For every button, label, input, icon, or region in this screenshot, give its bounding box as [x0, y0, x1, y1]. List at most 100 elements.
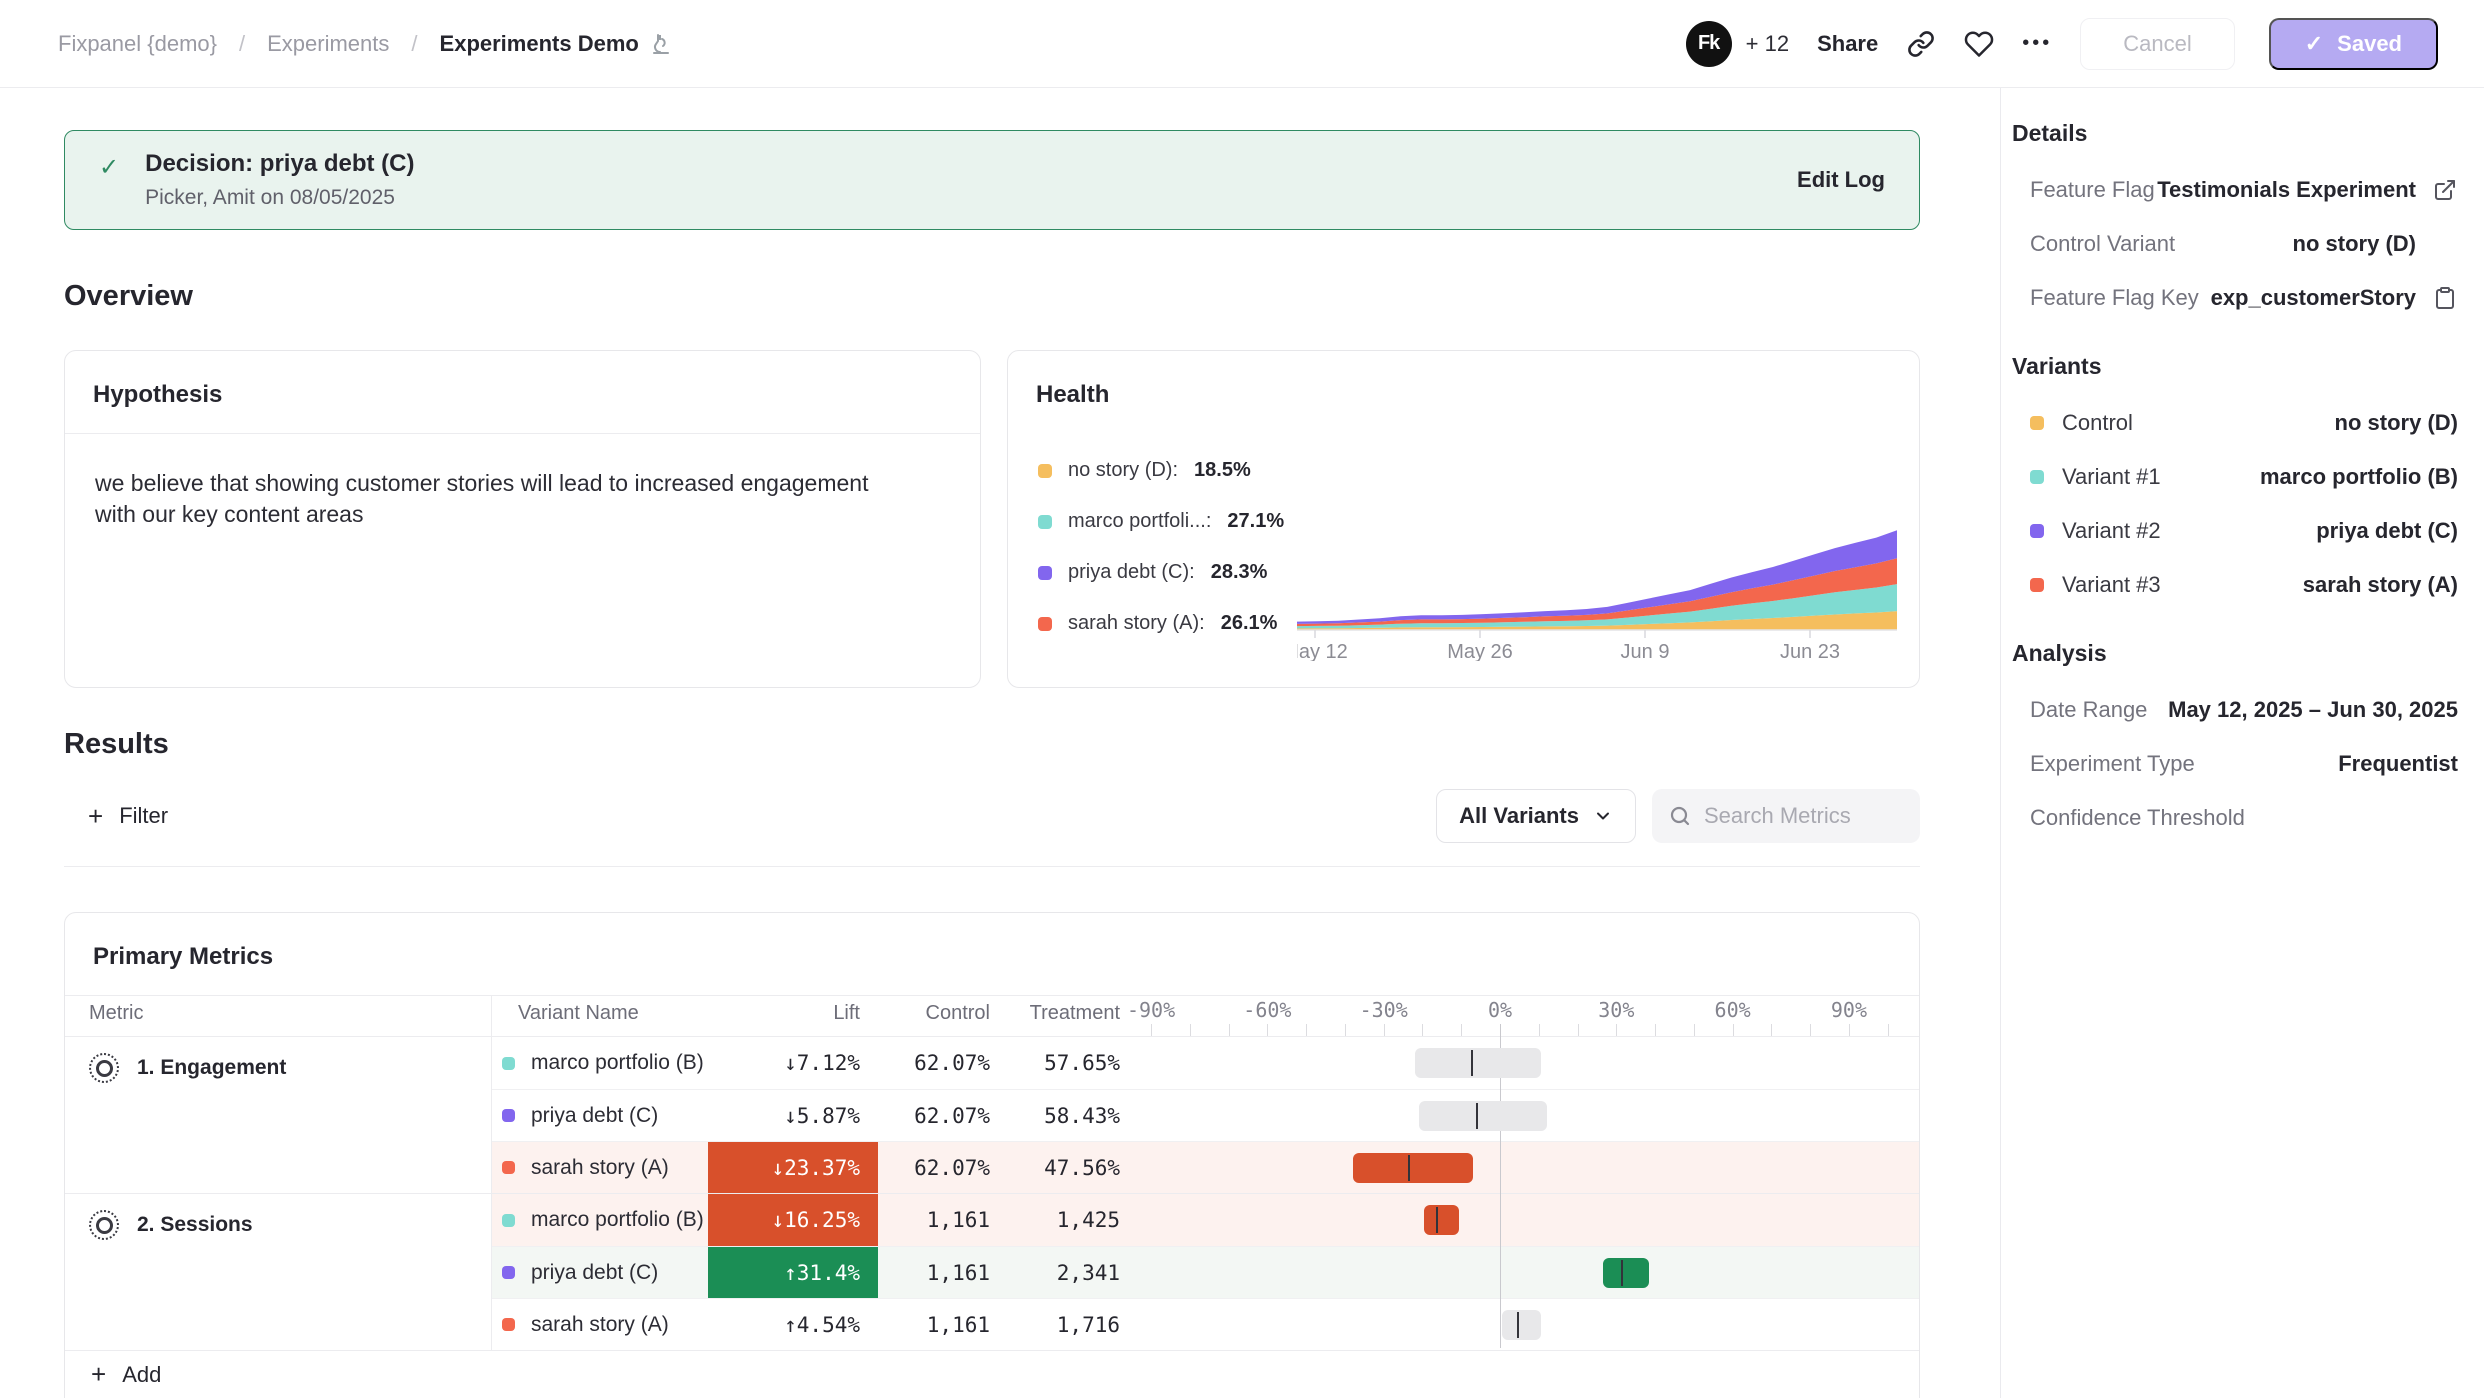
lift-tick [1408, 1155, 1410, 1181]
detail-row-control-variant: Control Variant no story (D) [2012, 231, 2458, 257]
svg-text:Jun 23: Jun 23 [1780, 641, 1840, 661]
breadcrumb-section[interactable]: Experiments [267, 31, 389, 57]
health-legend: no story (D): 18.5% marco portfoli...: 2… [1038, 459, 1284, 663]
variant-name: priya debt (C) [531, 1261, 658, 1285]
feature-flag-link[interactable]: Testimonials Experiment [2157, 177, 2416, 203]
variant-slot-label: Variant #2 [2062, 518, 2161, 544]
metrics-table: Metric Variant Name Lift Control Treatme… [65, 995, 1919, 1398]
analysis-section: Analysis Date Range May 12, 2025 – Jun 3… [2012, 640, 2458, 831]
variant-color-chip [2030, 470, 2044, 484]
variant-value: no story (D) [2335, 410, 2458, 436]
main-content: ✓ Decision: priya debt (C) Picker, Amit … [0, 88, 2001, 1398]
axis-tick-mark [1190, 1024, 1191, 1036]
variant-color-chip [2030, 578, 2044, 592]
control-value: 1,161 [878, 1261, 1008, 1285]
lift-cell: ↓5.87% [708, 1090, 878, 1141]
add-label: Add [122, 1362, 161, 1388]
variant-color-chip [502, 1161, 515, 1174]
metric-target-icon [89, 1053, 119, 1083]
variants-filter-dropdown[interactable]: All Variants [1436, 789, 1636, 843]
edit-log-button[interactable]: Edit Log [1797, 167, 1885, 193]
search-metrics-input[interactable] [1704, 803, 1894, 829]
feature-flag-key-value: exp_customerStory [2211, 285, 2416, 311]
plus-icon: + [91, 1359, 106, 1390]
hypothesis-card: Hypothesis we believe that showing custo… [64, 350, 981, 688]
share-button[interactable]: Share [1817, 31, 1878, 57]
detail-row-feature-flag-key: Feature Flag Key exp_customerStory [2012, 285, 2458, 311]
copy-icon[interactable] [2432, 285, 2458, 311]
ci-cell [1138, 1299, 1919, 1350]
axis-tick-mark [1151, 1024, 1152, 1036]
add-filter-button[interactable]: + Filter [64, 801, 168, 832]
lift-tick [1476, 1103, 1478, 1129]
favorite-heart-icon[interactable] [1964, 29, 1994, 59]
variant-name: priya debt (C) [531, 1104, 658, 1128]
copy-link-icon[interactable] [1906, 29, 1936, 59]
legend-label: no story (D): [1068, 459, 1178, 482]
axis-tick-mark [1578, 1024, 1579, 1036]
external-link-icon[interactable] [2432, 177, 2458, 203]
analysis-row-date-range: Date Range May 12, 2025 – Jun 30, 2025 [2012, 697, 2458, 723]
breadcrumb-project[interactable]: Fixpanel {demo} [58, 31, 217, 57]
legend-color-chip [1038, 566, 1052, 580]
axis-tick-label: -30% [1360, 998, 1408, 1022]
variant-color-chip [2030, 416, 2044, 430]
variant-row: Variant #1 marco portfolio (B) [2012, 464, 2458, 490]
confidence-interval-bar [1353, 1153, 1473, 1183]
svg-text:Jun 9: Jun 9 [1621, 641, 1670, 661]
analysis-heading: Analysis [2012, 640, 2458, 667]
axis-tick-mark [1384, 1024, 1385, 1036]
lift-tick [1436, 1207, 1438, 1233]
add-metric-button[interactable]: + Add [65, 1350, 1919, 1398]
experiments-page: Fixpanel {demo} / Experiments / Experime… [0, 0, 2484, 1398]
confidence-interval-bar [1419, 1101, 1547, 1131]
lift-tick [1517, 1312, 1519, 1338]
axis-tick-mark [1422, 1024, 1423, 1036]
cancel-button[interactable]: Cancel [2080, 18, 2234, 70]
axis-tick-mark [1810, 1024, 1811, 1036]
primary-metrics-card: Primary Metrics Metric Variant Name Lift… [64, 912, 1920, 1398]
lift-cell: ↓23.37% [708, 1142, 878, 1193]
axis-tick-label: 90% [1831, 998, 1867, 1022]
axis-tick-label: 60% [1715, 998, 1751, 1022]
variant-row: Variant #2 priya debt (C) [2012, 518, 2458, 544]
axis-tick-mark [1229, 1024, 1230, 1036]
axis-tick-label: -60% [1243, 998, 1291, 1022]
date-range-value: May 12, 2025 – Jun 30, 2025 [2168, 697, 2458, 723]
col-variant-name: Variant Name [492, 996, 708, 1036]
saved-button[interactable]: ✓ Saved [2269, 18, 2438, 70]
breadcrumb-separator: / [239, 31, 245, 57]
table-row: marco portfolio (B) ↓16.25% 1,161 1,425 [492, 1194, 1919, 1246]
control-value: 1,161 [878, 1313, 1008, 1337]
icon-spacer [2432, 231, 2458, 257]
variant-row: Control no story (D) [2012, 410, 2458, 436]
axis-tick-mark [1849, 1024, 1850, 1036]
col-lift: Lift [708, 996, 878, 1036]
axis-tick-label: 30% [1598, 998, 1634, 1022]
svg-text:May 12: May 12 [1297, 641, 1348, 661]
metric-name: 2. Sessions [137, 1208, 253, 1237]
legend-value: 18.5% [1194, 459, 1251, 482]
topbar-actions: Fk + 12 Share ••• Cancel ✓ Saved [1686, 18, 2438, 70]
legend-item: marco portfoli...: 27.1% [1038, 510, 1284, 533]
collaborators-count[interactable]: + 12 [1746, 31, 1789, 57]
saved-label: Saved [2337, 31, 2402, 57]
table-row: sarah story (A) ↓23.37% 62.07% 47.56% [492, 1141, 1919, 1193]
decision-subtitle: Picker, Amit on 08/05/2025 [145, 186, 414, 210]
metric-cell: 2. Sessions [65, 1194, 492, 1350]
decision-check-icon: ✓ [99, 153, 119, 182]
confidence-interval-bar [1415, 1048, 1541, 1078]
breadcrumb: Fixpanel {demo} / Experiments / Experime… [58, 31, 673, 57]
legend-color-chip [1038, 617, 1052, 631]
axis-tick-mark [1616, 1024, 1617, 1036]
detail-label: Feature Flag [2030, 177, 2155, 203]
legend-value: 28.3% [1211, 561, 1268, 584]
ci-cell [1138, 1037, 1919, 1089]
variant-name: sarah story (A) [531, 1313, 669, 1337]
plus-icon: + [88, 801, 103, 832]
avatar[interactable]: Fk [1686, 21, 1732, 67]
axis-tick-mark [1306, 1024, 1307, 1036]
results-heading: Results [64, 728, 169, 761]
lift-cell: ↑31.4% [708, 1247, 878, 1298]
more-options-button[interactable]: ••• [2022, 32, 2052, 55]
